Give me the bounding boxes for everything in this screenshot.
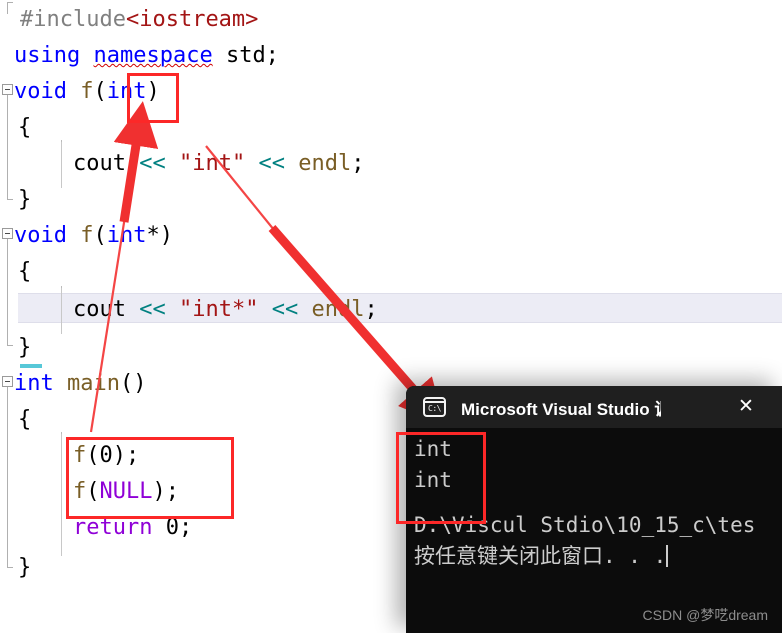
fold-tick: [7, 345, 13, 346]
code-token: ;: [351, 151, 365, 176]
fold-guide-line: [7, 90, 8, 200]
code-token: ): [159, 223, 173, 248]
console-prompt-text: 按任意键关闭此窗口. . .: [414, 544, 667, 568]
code-token: <<: [139, 297, 166, 322]
code-line[interactable]: }: [18, 188, 31, 212]
code-line[interactable]: void f(int*): [14, 224, 173, 248]
code-token: #include: [20, 7, 126, 32]
code-token: int: [14, 371, 54, 396]
fold-guide-line: [7, 382, 8, 568]
code-token: using: [14, 43, 94, 68]
indent-guide: [61, 432, 62, 556]
code-token: "int*": [178, 297, 259, 322]
code-token: "int": [178, 151, 246, 176]
fold-toggle-icon[interactable]: [2, 84, 13, 95]
fold-toggle-icon[interactable]: [2, 376, 13, 387]
code-token: cout: [73, 297, 140, 322]
code-token: f: [80, 79, 94, 104]
indent-guide: [61, 286, 62, 334]
code-line[interactable]: using namespace std;: [14, 44, 279, 68]
int-param-highlight: [127, 73, 179, 123]
code-token: namespace: [93, 43, 213, 68]
code-line[interactable]: {: [18, 260, 31, 284]
console-window-title: Microsoft Visual Studio 调试控: [461, 399, 661, 419]
code-token: endl: [311, 297, 365, 322]
code-token: endl: [298, 151, 352, 176]
code-token: int: [106, 223, 147, 248]
fold-toggle-icon[interactable]: [2, 228, 13, 239]
code-token: main: [67, 371, 120, 396]
code-token: cout: [73, 151, 140, 176]
code-line[interactable]: }: [18, 556, 31, 580]
call-site-highlight: [66, 437, 234, 519]
code-token: (: [93, 79, 107, 104]
code-token: <<: [139, 151, 166, 176]
code-line[interactable]: int main(): [14, 372, 146, 396]
console-prompt-line: 按任意键关闭此窗口. . .: [414, 541, 782, 572]
code-line[interactable]: cout << "int*" << endl;: [73, 298, 378, 322]
screenshot-root: #include<iostream> using namespace std; vo…: [0, 0, 782, 633]
indent-guide: [61, 140, 62, 188]
console-titlebar[interactable]: C:\ Microsoft Visual Studio 调试控 ✕: [406, 386, 782, 428]
code-token: }: [18, 335, 32, 360]
console-window-icon: C:\: [423, 397, 446, 417]
fold-tick: [7, 2, 13, 3]
code-token: ;: [364, 297, 378, 322]
code-token: {: [18, 259, 32, 284]
code-token: <<: [271, 297, 299, 322]
code-token: <<: [258, 151, 285, 176]
fold-tick: [7, 199, 13, 200]
console-text-cursor: [666, 545, 669, 567]
fold-guide-line: [7, 2, 8, 14]
code-line[interactable]: return 0;: [73, 516, 192, 540]
code-token: void: [14, 223, 67, 248]
code-line[interactable]: cout << "int" << endl;: [73, 152, 364, 176]
code-line[interactable]: {: [18, 408, 31, 432]
console-output-highlight: [396, 432, 486, 524]
fold-tick: [7, 567, 13, 568]
console-icon-label: C:\: [428, 403, 441, 413]
code-token: {: [18, 115, 32, 140]
code-token: f: [80, 223, 94, 248]
code-line[interactable]: #include<iostream>: [20, 8, 258, 32]
code-token: <iostream>: [125, 7, 259, 32]
code-token: (: [93, 223, 107, 248]
watermark-label: CSDN @梦呓dream: [642, 607, 768, 623]
change-marker-bar: [20, 364, 42, 368]
close-icon[interactable]: ✕: [736, 397, 756, 417]
code-token: void: [14, 79, 67, 104]
code-token: std;: [212, 43, 279, 68]
code-token: }: [18, 555, 32, 580]
code-token: {: [18, 407, 32, 432]
fold-guide-line: [7, 234, 8, 346]
code-token: }: [18, 187, 32, 212]
code-line[interactable]: {: [18, 116, 31, 140]
code-token: *: [146, 223, 160, 248]
code-token: (): [119, 371, 147, 396]
code-line[interactable]: }: [18, 336, 31, 360]
